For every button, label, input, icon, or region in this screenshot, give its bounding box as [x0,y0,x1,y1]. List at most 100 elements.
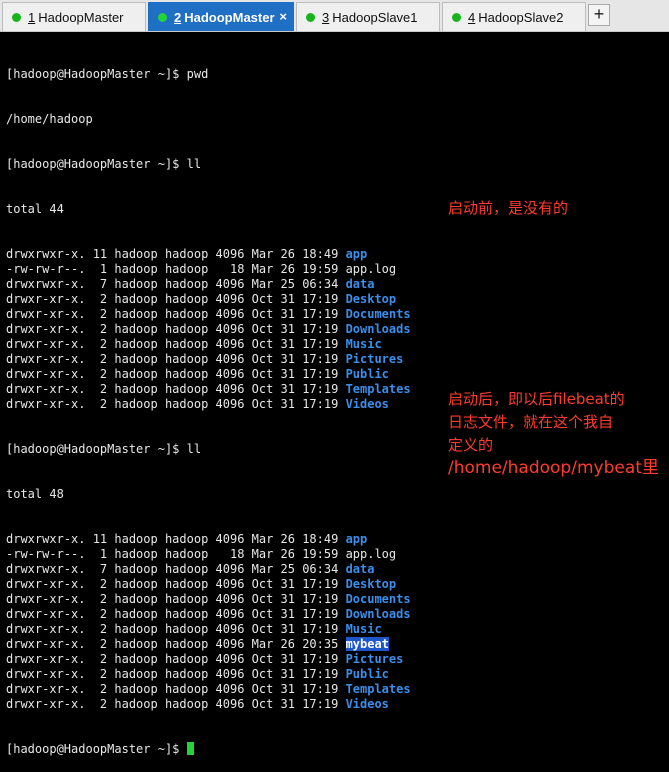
listing-row: drwxr-xr-x. 2 hadoop hadoop 4096 Oct 31 … [6,652,436,667]
listing-meta: drwxr-xr-x. 2 hadoop hadoop 4096 Oct 31 … [6,592,346,606]
listing-row: drwxr-xr-x. 2 hadoop hadoop 4096 Mar 26 … [6,637,436,652]
listing-row: drwxrwxr-x. 7 hadoop hadoop 4096 Mar 25 … [6,277,436,292]
listing-meta: drwxr-xr-x. 2 hadoop hadoop 4096 Mar 26 … [6,637,346,651]
listing-meta: drwxrwxr-x. 7 hadoop hadoop 4096 Mar 25 … [6,277,346,291]
listing-row: drwxr-xr-x. 2 hadoop hadoop 4096 Oct 31 … [6,622,436,637]
listing-filename: Public [345,667,389,681]
terminal-line: [hadoop@HadoopMaster ~]$ pwd [6,67,436,82]
listing-row: -rw-rw-r--. 1 hadoop hadoop 18 Mar 26 19… [6,547,436,562]
listing-meta: drwxr-xr-x. 2 hadoop hadoop 4096 Oct 31 … [6,682,346,696]
connected-status-icon [158,12,167,22]
listing-meta: drwxr-xr-x. 2 hadoop hadoop 4096 Oct 31 … [6,337,346,351]
listing-filename: app.log [345,262,397,276]
listing-row: drwxrwxr-x. 7 hadoop hadoop 4096 Mar 25 … [6,562,436,577]
listing-meta: drwxr-xr-x. 2 hadoop hadoop 4096 Oct 31 … [6,697,346,711]
listing-filename: app.log [345,547,397,561]
listing-row: drwxr-xr-x. 2 hadoop hadoop 4096 Oct 31 … [6,337,436,352]
tab-label: HadoopSlave1 [332,9,418,25]
annotation-after-line: 日志文件，就在这个我自 [448,413,614,431]
prompt: [hadoop@HadoopMaster ~]$ [6,742,187,756]
listing-meta: drwxrwxr-x. 7 hadoop hadoop 4096 Mar 25 … [6,562,346,576]
listing-filename: Public [345,367,389,381]
listing-row: drwxr-xr-x. 2 hadoop hadoop 4096 Oct 31 … [6,292,436,307]
prompt: [hadoop@HadoopMaster ~]$ [6,67,187,81]
listing-meta: drwxr-xr-x. 2 hadoop hadoop 4096 Oct 31 … [6,397,346,411]
terminal-line: [hadoop@HadoopMaster ~]$ [6,742,436,757]
listing-meta: drwxr-xr-x. 2 hadoop hadoop 4096 Oct 31 … [6,607,346,621]
listing-row: drwxr-xr-x. 2 hadoop hadoop 4096 Oct 31 … [6,352,436,367]
tab-label: HadoopMaster [184,9,275,25]
terminal-line: total 48 [6,487,64,501]
tab-number: 1 [28,9,36,25]
close-tab-icon[interactable]: × [279,9,287,24]
listing-row: drwxr-xr-x. 2 hadoop hadoop 4096 Oct 31 … [6,607,436,622]
listing-filename: Documents [345,307,411,321]
tab-hadoopmaster-2[interactable]: 2 HadoopMaster × [148,2,294,31]
listing-row: drwxrwxr-x. 11 hadoop hadoop 4096 Mar 26… [6,247,436,262]
prompt: [hadoop@HadoopMaster ~]$ [6,442,187,456]
tab-hadoopslave1[interactable]: 3 HadoopSlave1 [296,2,440,31]
listing-filename: data [345,277,375,291]
tab-bar: 1 HadoopMaster 2 HadoopMaster × 3 Hadoop… [0,0,669,32]
directory-listing-before: drwxrwxr-x. 11 hadoop hadoop 4096 Mar 26… [6,247,436,412]
terminal-line: total 44 [6,202,64,216]
tab-label: HadoopMaster [38,9,124,25]
listing-filename: Music [345,622,382,636]
listing-row: drwxr-xr-x. 2 hadoop hadoop 4096 Oct 31 … [6,382,436,397]
command: pwd [186,67,209,81]
tab-number: 4 [468,9,476,25]
listing-filename: Downloads [345,322,411,336]
listing-row: drwxr-xr-x. 2 hadoop hadoop 4096 Oct 31 … [6,367,436,382]
listing-meta: drwxr-xr-x. 2 hadoop hadoop 4096 Oct 31 … [6,622,346,636]
listing-filename: Videos [345,397,389,411]
listing-row: drwxr-xr-x. 2 hadoop hadoop 4096 Oct 31 … [6,592,436,607]
listing-row: -rw-rw-r--. 1 hadoop hadoop 18 Mar 26 19… [6,262,436,277]
listing-filename: mybeat [345,637,389,651]
listing-meta: drwxr-xr-x. 2 hadoop hadoop 4096 Oct 31 … [6,667,346,681]
listing-meta: drwxrwxr-x. 11 hadoop hadoop 4096 Mar 26… [6,247,346,261]
tab-number: 3 [322,9,330,25]
listing-filename: data [345,562,375,576]
listing-meta: drwxr-xr-x. 2 hadoop hadoop 4096 Oct 31 … [6,652,346,666]
command: ll [186,442,202,456]
listing-meta: drwxr-xr-x. 2 hadoop hadoop 4096 Oct 31 … [6,577,346,591]
listing-filename: Documents [345,592,411,606]
connected-status-icon [452,12,461,22]
annotation-after-line: 启动后，即以后filebeat的 [448,390,625,408]
listing-filename: Desktop [345,292,397,306]
add-tab-button[interactable]: + [588,4,610,26]
listing-filename: Videos [345,697,389,711]
connected-status-icon [306,12,315,22]
listing-filename: app [345,532,368,546]
terminal-line: /home/hadoop [6,112,93,126]
listing-meta: -rw-rw-r--. 1 hadoop hadoop 18 Mar 26 19… [6,547,346,561]
tab-hadoopmaster-1[interactable]: 1 HadoopMaster [2,2,146,31]
connected-status-icon [12,12,21,22]
listing-row: drwxr-xr-x. 2 hadoop hadoop 4096 Oct 31 … [6,577,436,592]
command: ll [186,157,202,171]
terminal-output[interactable]: [hadoop@HadoopMaster ~]$ pwd /home/hadoo… [6,37,436,772]
listing-filename: Music [345,337,382,351]
listing-meta: -rw-rw-r--. 1 hadoop hadoop 18 Mar 26 19… [6,262,346,276]
listing-filename: Templates [345,382,411,396]
tab-hadoopslave2[interactable]: 4 HadoopSlave2 [442,2,586,31]
directory-listing-after: drwxrwxr-x. 11 hadoop hadoop 4096 Mar 26… [6,532,436,712]
terminal-line: [hadoop@HadoopMaster ~]$ ll [6,157,436,172]
tab-number: 2 [174,9,182,25]
listing-filename: app [345,247,368,261]
tab-label: HadoopSlave2 [478,9,564,25]
listing-filename: Downloads [345,607,411,621]
listing-row: drwxr-xr-x. 2 hadoop hadoop 4096 Oct 31 … [6,397,436,412]
annotation-after-line: 定义的 [448,436,494,454]
listing-filename: Pictures [345,352,404,366]
prompt: [hadoop@HadoopMaster ~]$ [6,157,187,171]
listing-row: drwxr-xr-x. 2 hadoop hadoop 4096 Oct 31 … [6,307,436,322]
listing-filename: Desktop [345,577,397,591]
annotation-after-line: /home/hadoop/mybeat里 [448,458,659,478]
terminal-line: [hadoop@HadoopMaster ~]$ ll [6,442,436,457]
listing-row: drwxr-xr-x. 2 hadoop hadoop 4096 Oct 31 … [6,322,436,337]
listing-filename: Pictures [345,652,404,666]
listing-meta: drwxrwxr-x. 11 hadoop hadoop 4096 Mar 26… [6,532,346,546]
listing-row: drwxr-xr-x. 2 hadoop hadoop 4096 Oct 31 … [6,682,436,697]
annotation-after: 启动后，即以后filebeat的 日志文件，就在这个我自 定义的 /home/h… [448,388,664,480]
